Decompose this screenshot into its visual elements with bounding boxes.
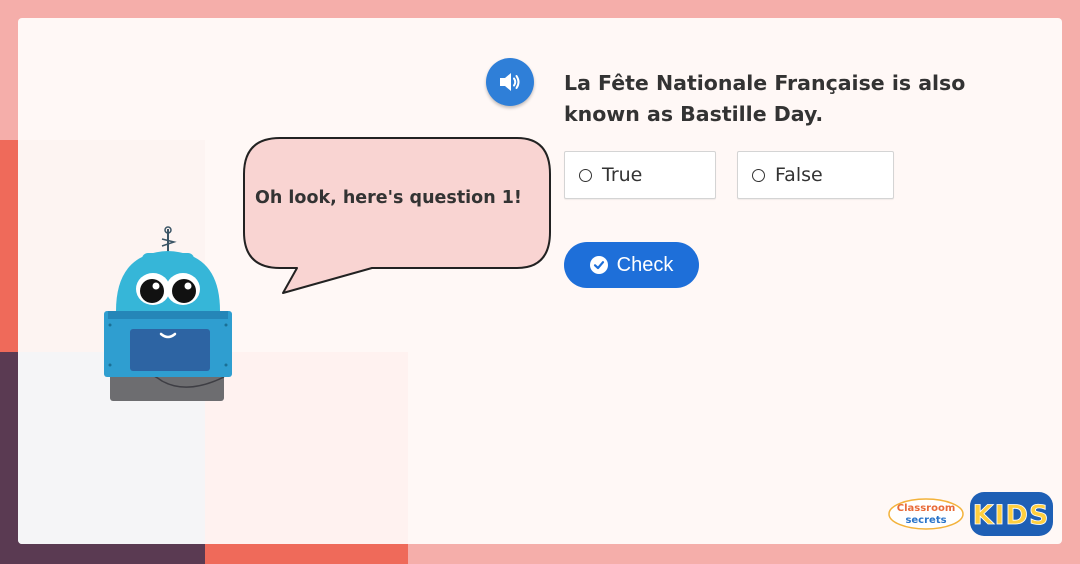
question-text: La Fête Nationale Française is also know…: [564, 71, 966, 126]
robot-mascot: [104, 226, 232, 401]
speech-bubble: [243, 137, 551, 294]
audio-button[interactable]: [486, 58, 534, 106]
radio-unchecked-icon[interactable]: [752, 168, 765, 182]
card-panel-pink: [205, 352, 408, 544]
svg-text:Classroom: Classroom: [897, 503, 956, 514]
check-circle-icon: [589, 256, 608, 274]
quiz-card: La Fête Nationale Française is also know…: [18, 18, 1062, 544]
radio-unchecked-icon[interactable]: [579, 168, 592, 182]
check-button-label: Check: [616, 253, 674, 276]
speaker-icon: [500, 73, 520, 91]
option-false[interactable]: False: [737, 151, 894, 199]
svg-text:secrets: secrets: [905, 515, 946, 526]
option-true[interactable]: True: [564, 151, 716, 199]
option-label: True: [602, 164, 643, 186]
option-label: False: [775, 164, 823, 186]
speech-bubble-text: Oh look, here's question 1!: [255, 188, 522, 208]
classroom-secrets-kids-logo: Classroom secrets KIDS: [886, 490, 1056, 540]
svg-text:KIDS: KIDS: [973, 500, 1050, 531]
check-button[interactable]: Check: [564, 242, 699, 288]
